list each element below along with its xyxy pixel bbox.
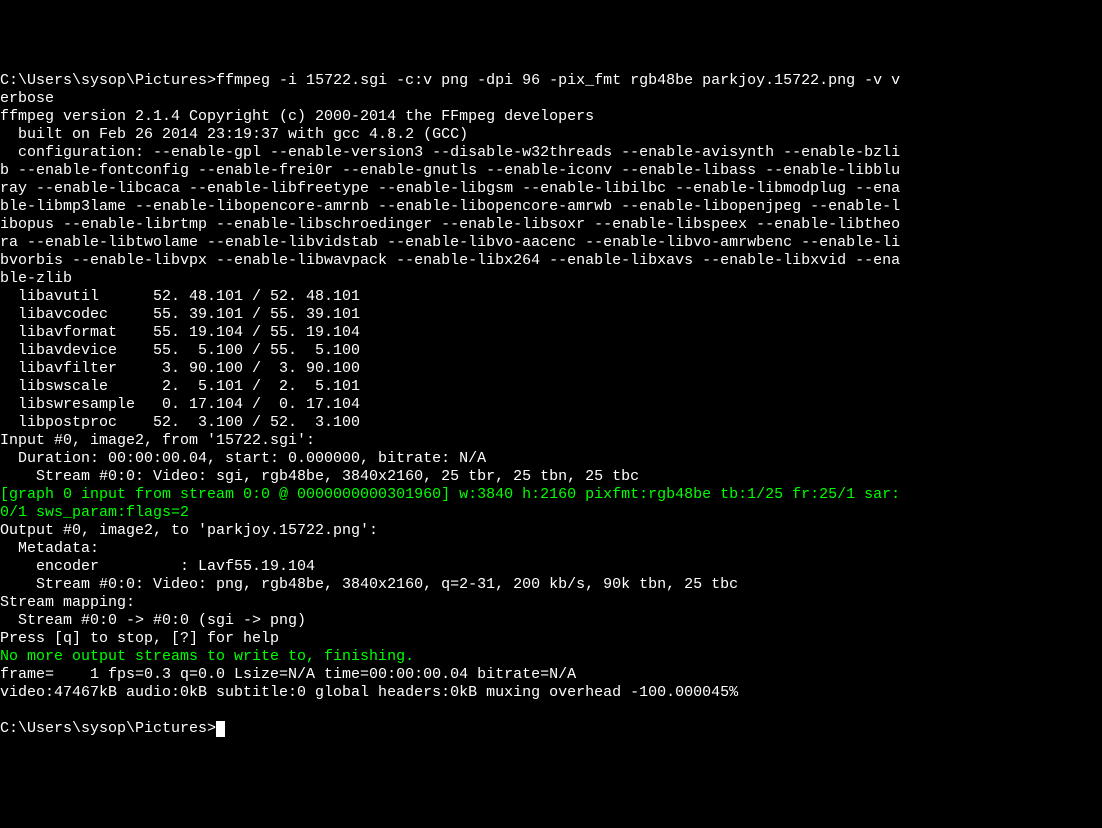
output-line: frame= 1 fps=0.3 q=0.0 Lsize=N/A time=00… [0, 666, 576, 683]
output-line: video:47467kB audio:0kB subtitle:0 globa… [0, 684, 738, 701]
output-line: ffmpeg version 2.1.4 Copyright (c) 2000-… [0, 108, 594, 125]
cursor [216, 721, 225, 737]
output-line: ble-libmp3lame --enable-libopencore-amrn… [0, 198, 900, 215]
output-line: ble-zlib [0, 270, 72, 287]
output-line: Stream #0:0 -> #0:0 (sgi -> png) [0, 612, 306, 629]
output-line: ra --enable-libtwolame --enable-libvidst… [0, 234, 900, 251]
output-line-info: [graph 0 input from stream 0:0 @ 0000000… [0, 486, 900, 503]
prompt-path: C:\Users\sysop\Pictures> [0, 72, 216, 89]
output-line-info: No more output streams to write to, fini… [0, 648, 414, 665]
output-line: encoder : Lavf55.19.104 [0, 558, 315, 575]
command-text: ffmpeg -i 15722.sgi -c:v png -dpi 96 -pi… [216, 72, 900, 89]
output-line: Press [q] to stop, [?] for help [0, 630, 279, 647]
output-line: Duration: 00:00:00.04, start: 0.000000, … [0, 450, 486, 467]
output-line: Stream mapping: [0, 594, 135, 611]
output-line: configuration: --enable-gpl --enable-ver… [0, 144, 900, 161]
output-line: ray --enable-libcaca --enable-libfreetyp… [0, 180, 900, 197]
output-line: libavfilter 3. 90.100 / 3. 90.100 [0, 360, 360, 377]
prompt-path: C:\Users\sysop\Pictures> [0, 720, 216, 737]
output-line: ibopus --enable-librtmp --enable-libschr… [0, 216, 900, 233]
output-line: libswresample 0. 17.104 / 0. 17.104 [0, 396, 360, 413]
output-line: b --enable-fontconfig --enable-frei0r --… [0, 162, 900, 179]
output-line: bvorbis --enable-libvpx --enable-libwavp… [0, 252, 900, 269]
output-line-info: 0/1 sws_param:flags=2 [0, 504, 189, 521]
output-line: Stream #0:0: Video: sgi, rgb48be, 3840x2… [0, 468, 639, 485]
output-line: Stream #0:0: Video: png, rgb48be, 3840x2… [0, 576, 738, 593]
output-line: built on Feb 26 2014 23:19:37 with gcc 4… [0, 126, 468, 143]
output-line: libavdevice 55. 5.100 / 55. 5.100 [0, 342, 360, 359]
output-line: libavformat 55. 19.104 / 55. 19.104 [0, 324, 360, 341]
output-line: libavcodec 55. 39.101 / 55. 39.101 [0, 306, 360, 323]
output-line: Input #0, image2, from '15722.sgi': [0, 432, 315, 449]
output-line: libswscale 2. 5.101 / 2. 5.101 [0, 378, 360, 395]
command-text-wrap: erbose [0, 90, 54, 107]
output-line: Metadata: [0, 540, 99, 557]
terminal-output[interactable]: C:\Users\sysop\Pictures>ffmpeg -i 15722.… [0, 72, 1102, 738]
output-line: libpostproc 52. 3.100 / 52. 3.100 [0, 414, 360, 431]
output-line: libavutil 52. 48.101 / 52. 48.101 [0, 288, 360, 305]
output-line: Output #0, image2, to 'parkjoy.15722.png… [0, 522, 378, 539]
